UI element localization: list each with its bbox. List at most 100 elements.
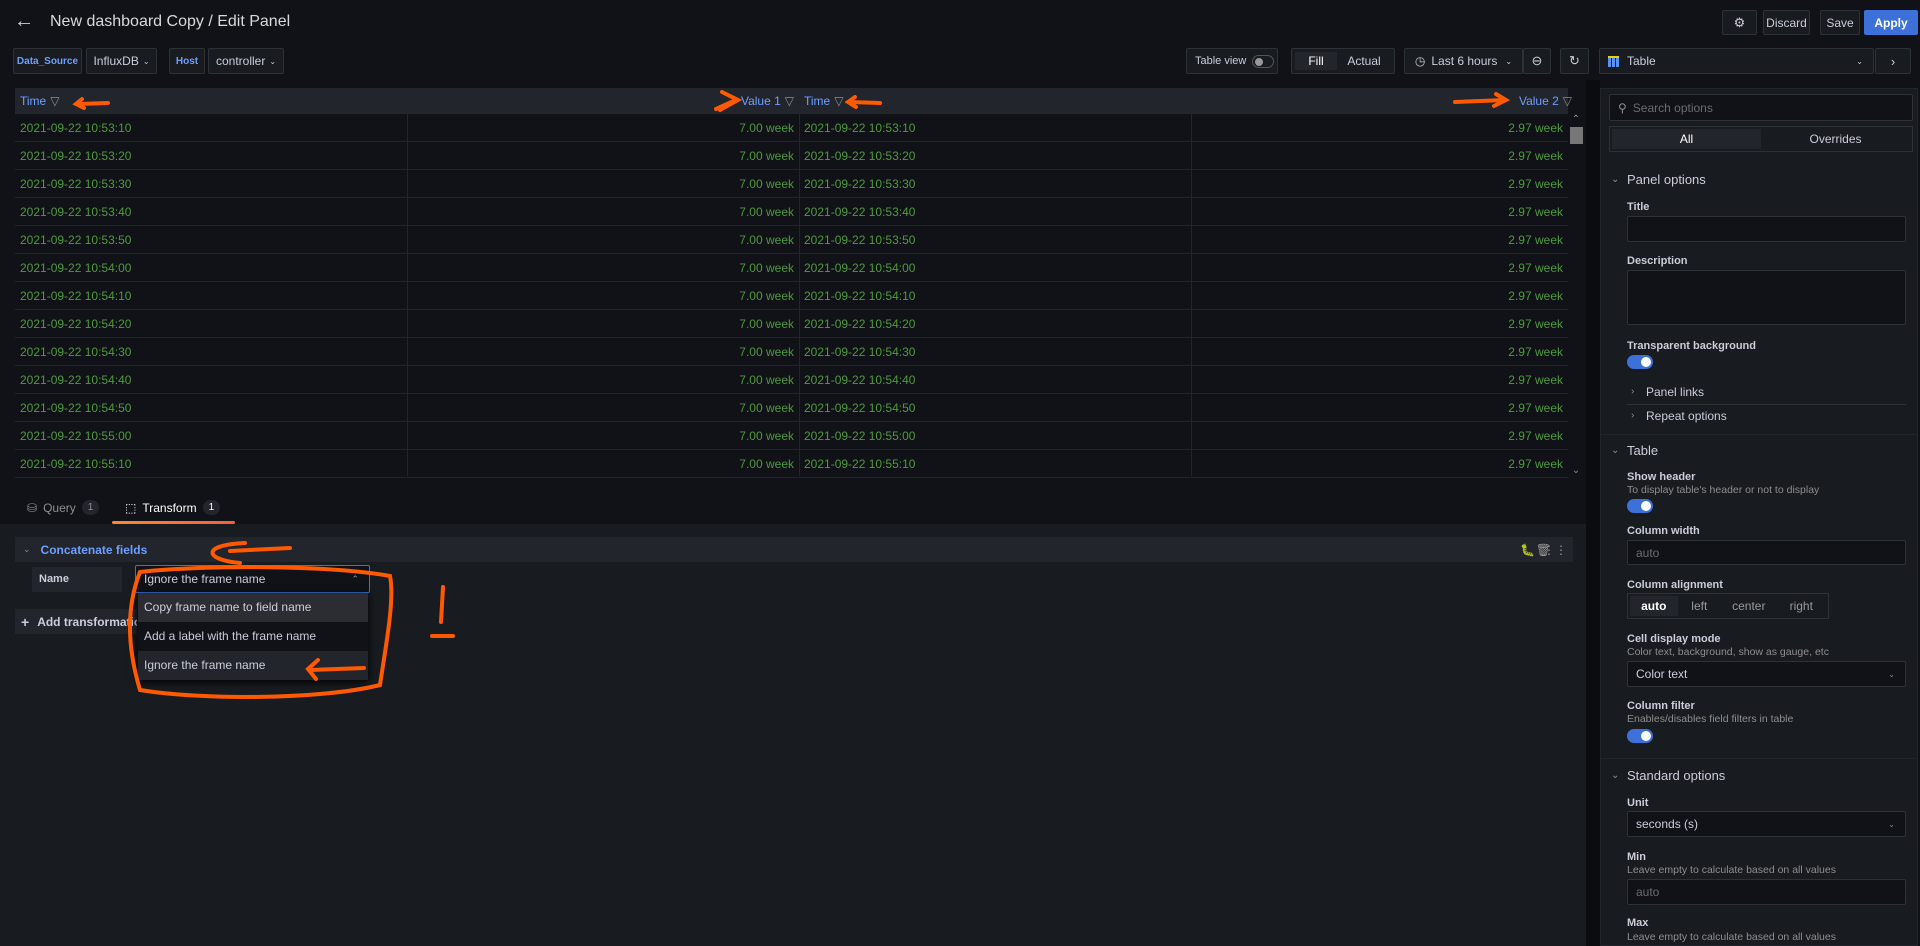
debug-icon[interactable]: 🐛 bbox=[1520, 543, 1535, 557]
refresh-button[interactable]: ↻ bbox=[1560, 48, 1589, 74]
table-cell: 7.00 week bbox=[739, 429, 794, 443]
tab-overrides[interactable]: Overrides bbox=[1761, 129, 1910, 149]
chevron-down-icon: ⌄ bbox=[1505, 56, 1513, 66]
chevron-down-icon: ⌄ bbox=[1856, 56, 1863, 66]
table-cell: 2021-09-22 10:53:50 bbox=[20, 233, 132, 247]
table-cell: 2021-09-22 10:54:10 bbox=[804, 289, 916, 303]
drag-handle-icon[interactable]: ⋮⋮ bbox=[1543, 543, 1567, 557]
actual-button[interactable]: Actual bbox=[1337, 52, 1391, 70]
time-range-picker[interactable]: ◷ Last 6 hours ⌄ bbox=[1404, 48, 1523, 74]
gear-icon: ⚙ bbox=[1733, 14, 1746, 30]
column-filter-description: Enables/disables field filters in table bbox=[1627, 713, 1794, 725]
section-panel-options[interactable]: Panel options bbox=[1627, 172, 1706, 187]
alignment-auto[interactable]: auto bbox=[1630, 596, 1678, 616]
column-header-value-2[interactable]: Value 2 ▽ bbox=[1191, 88, 1577, 114]
chevron-down-icon: ⌄ bbox=[1888, 669, 1895, 679]
table-row: 2021-09-22 10:54:10 7.00 week 2021-09-22 1… bbox=[15, 282, 1568, 310]
section-standard-options[interactable]: Standard options bbox=[1627, 768, 1725, 783]
filter-icon[interactable]: ▽ bbox=[834, 94, 843, 108]
menu-option-add-label[interactable]: Add a label with the frame name bbox=[138, 622, 368, 651]
clock-icon: ◷ bbox=[1414, 54, 1426, 68]
table-row: 2021-09-22 10:53:50 7.00 week 2021-09-22 1… bbox=[15, 226, 1568, 254]
chevron-down-icon[interactable]: ⌄ bbox=[1611, 445, 1619, 456]
search-options-input[interactable]: ⚲ Search options bbox=[1609, 94, 1913, 121]
title-input[interactable] bbox=[1627, 216, 1906, 242]
filter-icon[interactable]: ▽ bbox=[785, 94, 794, 108]
column-filter-toggle[interactable] bbox=[1627, 729, 1653, 743]
tab-all[interactable]: All bbox=[1612, 129, 1761, 149]
variable-select-data-source[interactable]: InfluxDB ⌄ bbox=[86, 48, 157, 74]
table-view-toggle[interactable]: Table view bbox=[1186, 48, 1278, 74]
table-cell: 7.00 week bbox=[739, 373, 794, 387]
table-cell: 2021-09-22 10:53:10 bbox=[804, 121, 916, 135]
chevron-down-icon: ⌄ bbox=[269, 56, 277, 66]
unit-select[interactable]: seconds (s) ⌄ bbox=[1627, 811, 1906, 837]
title-label: Title bbox=[1627, 201, 1650, 213]
variable-label-data-source: Data_Source bbox=[13, 48, 82, 74]
chevron-down-icon[interactable]: ⌄ bbox=[1611, 174, 1619, 185]
menu-option-copy-frame-name[interactable]: Copy frame name to field name bbox=[138, 593, 368, 622]
column-header-time-1[interactable]: Time ▽ bbox=[15, 88, 64, 114]
variable-select-host[interactable]: controller ⌄ bbox=[208, 48, 284, 74]
query-count-badge: 1 bbox=[81, 500, 100, 515]
search-icon: ⚲ bbox=[1618, 100, 1627, 115]
chevron-down-icon: ⌄ bbox=[142, 56, 150, 66]
column-header-time-2[interactable]: Time ▽ bbox=[799, 88, 848, 114]
transparent-background-toggle[interactable] bbox=[1627, 355, 1653, 369]
filter-icon[interactable]: ▽ bbox=[50, 94, 59, 108]
chevron-right-icon[interactable]: › bbox=[1631, 386, 1634, 397]
table-cell: 2.97 week bbox=[1508, 149, 1563, 163]
filter-icon[interactable]: ▽ bbox=[1563, 94, 1572, 108]
min-input[interactable]: auto bbox=[1627, 879, 1906, 905]
alignment-left[interactable]: left bbox=[1678, 596, 1722, 616]
table-icon bbox=[1608, 55, 1619, 67]
max-label: Max bbox=[1627, 917, 1649, 929]
plus-icon: + bbox=[21, 613, 30, 630]
table-cell: 7.00 week bbox=[739, 261, 794, 275]
cell-display-mode-select[interactable]: Color text ⌄ bbox=[1627, 661, 1906, 687]
show-header-toggle[interactable] bbox=[1627, 499, 1653, 513]
add-transformation-button[interactable]: +Add transformation bbox=[15, 609, 137, 634]
table-row: 2021-09-22 10:53:20 7.00 week 2021-09-22 1… bbox=[15, 142, 1568, 170]
settings-button[interactable]: ⚙ bbox=[1722, 10, 1757, 35]
table-cell: 2.97 week bbox=[1508, 373, 1563, 387]
options-pane-divider[interactable] bbox=[1586, 80, 1600, 946]
chevron-down-icon[interactable]: ⌄ bbox=[23, 544, 31, 555]
section-table[interactable]: Table bbox=[1627, 443, 1658, 458]
scrollbar-thumb[interactable] bbox=[1569, 127, 1583, 144]
column-width-input[interactable]: auto bbox=[1627, 540, 1906, 565]
scroll-up-icon[interactable]: ⌃ bbox=[1568, 114, 1584, 125]
table-row: 2021-09-22 10:54:00 7.00 week 2021-09-22 1… bbox=[15, 254, 1568, 282]
alignment-right[interactable]: right bbox=[1777, 596, 1827, 616]
alignment-center[interactable]: center bbox=[1721, 596, 1776, 616]
chevron-right-icon: › bbox=[1890, 53, 1896, 69]
table-cell: 7.00 week bbox=[739, 177, 794, 191]
name-select[interactable]: Ignore the frame name ⌃ bbox=[135, 565, 370, 593]
description-textarea[interactable] bbox=[1627, 270, 1906, 325]
tab-transform[interactable]: ⬚ Transform 1 bbox=[125, 500, 221, 515]
back-arrow-icon[interactable]: ← bbox=[14, 10, 34, 33]
scroll-down-icon[interactable]: ⌄ bbox=[1568, 465, 1584, 476]
discard-button[interactable]: Discard bbox=[1763, 10, 1810, 35]
section-panel-links[interactable]: Panel links bbox=[1646, 385, 1704, 399]
table-cell: 2021-09-22 10:54:00 bbox=[804, 261, 916, 275]
chevron-right-icon[interactable]: › bbox=[1631, 410, 1634, 421]
apply-button[interactable]: Apply bbox=[1864, 10, 1918, 35]
table-scrollbar[interactable]: ⌃ ⌄ bbox=[1568, 114, 1584, 476]
zoom-out-button[interactable]: ⊖ bbox=[1523, 48, 1551, 74]
visualization-picker[interactable]: Table ⌄ bbox=[1599, 48, 1874, 74]
fill-button[interactable]: Fill bbox=[1295, 52, 1337, 70]
save-button[interactable]: Save bbox=[1820, 10, 1860, 35]
table-cell: 2021-09-22 10:54:30 bbox=[20, 345, 132, 359]
table-row: 2021-09-22 10:54:20 7.00 week 2021-09-22 1… bbox=[15, 310, 1568, 338]
section-repeat-options[interactable]: Repeat options bbox=[1646, 409, 1727, 423]
tab-query[interactable]: ⛁ Query 1 bbox=[27, 500, 100, 515]
collapse-options-button[interactable]: › bbox=[1875, 48, 1911, 74]
column-header-value-1[interactable]: Value 1 ▽ bbox=[407, 88, 799, 114]
table-cell: 2021-09-22 10:53:40 bbox=[20, 205, 132, 219]
menu-option-ignore-frame-name[interactable]: Ignore the frame name bbox=[138, 651, 368, 680]
chevron-down-icon[interactable]: ⌄ bbox=[1611, 770, 1619, 781]
column-divider bbox=[407, 88, 408, 476]
transformation-header[interactable]: ⌄ Concatenate fields 🐛 🗑 ⋮⋮ bbox=[15, 537, 1573, 562]
cell-display-mode-label: Cell display mode bbox=[1627, 633, 1721, 645]
